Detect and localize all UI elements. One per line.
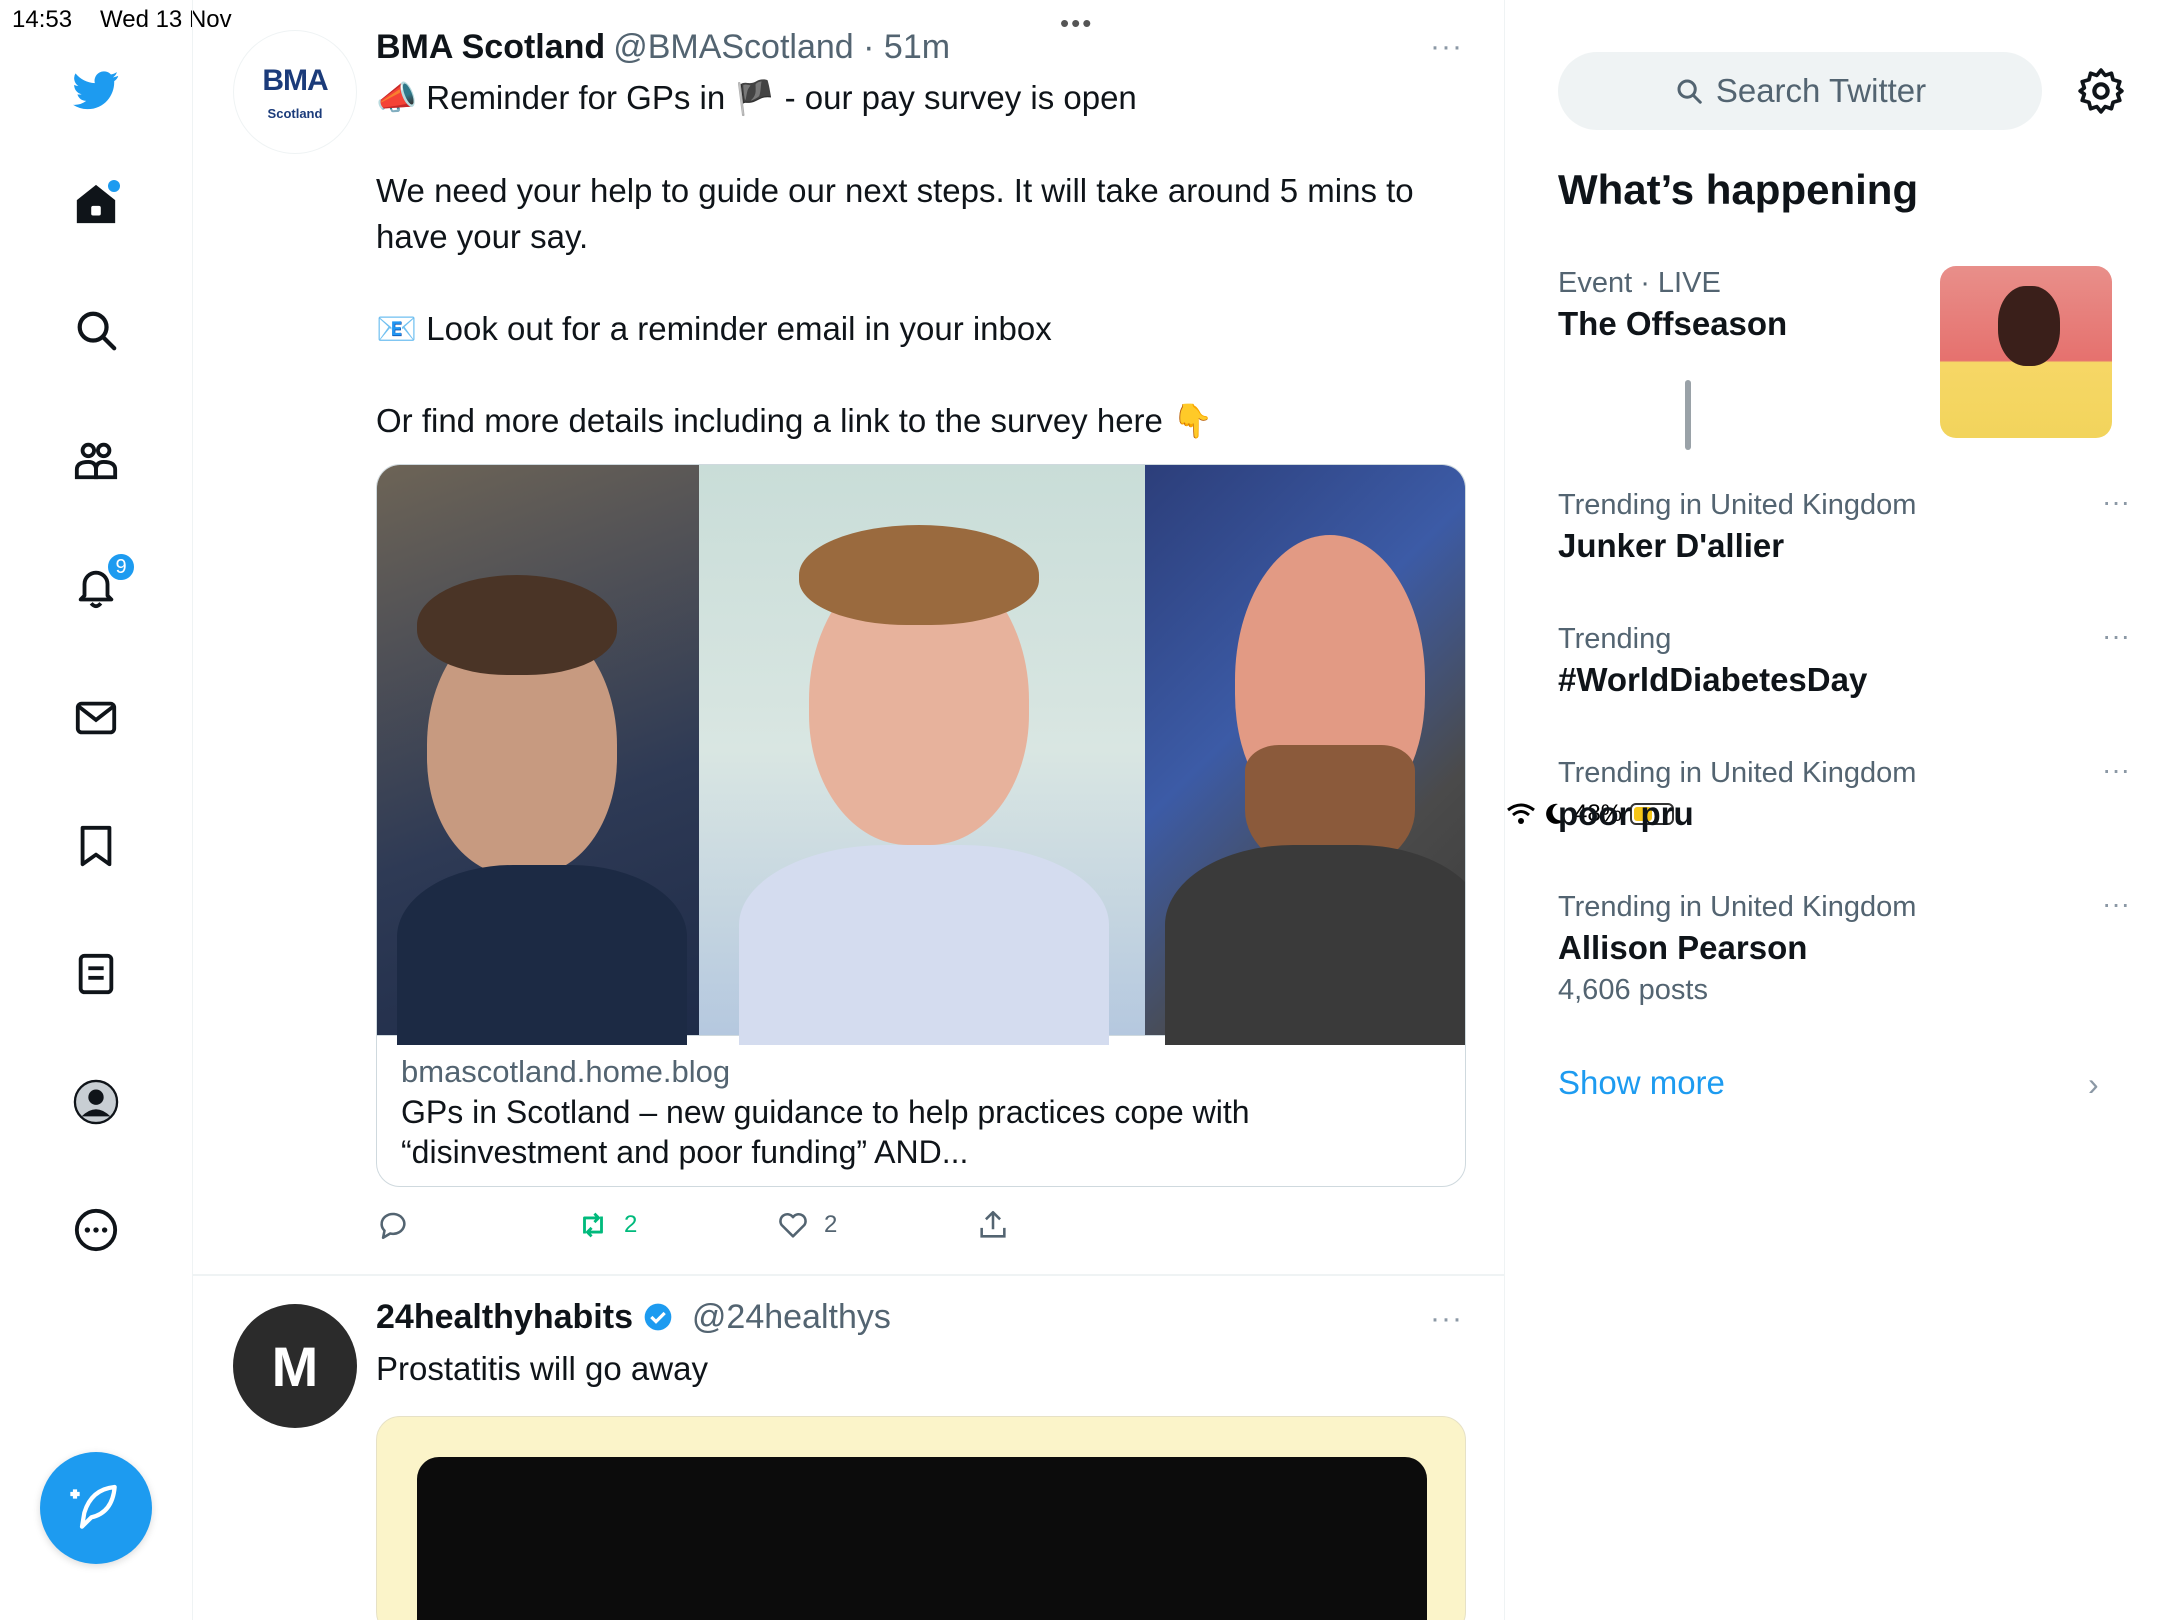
tweet-more-button[interactable]: ··· — [1430, 1302, 1463, 1336]
left-nav: 9 — [0, 0, 193, 1620]
verified-badge-icon — [645, 1303, 672, 1331]
trend-context: Trending in United Kingdom — [1558, 891, 1917, 923]
notifications-badge: 9 — [106, 552, 136, 582]
link-card-title: GPs in Scotland – new guidance to help p… — [401, 1094, 1250, 1170]
avatar[interactable]: M — [233, 1304, 357, 1428]
retweet-button[interactable]: 2 — [576, 1208, 637, 1242]
like-count: 2 — [824, 1211, 838, 1238]
trend-title: poor pru — [1558, 795, 1694, 832]
event-thumbnail[interactable] — [1940, 266, 2112, 438]
explore-search-icon[interactable] — [66, 300, 126, 360]
profile-avatar-icon[interactable] — [66, 1072, 126, 1132]
trend-more-button[interactable]: ··· — [2102, 754, 2130, 786]
tweet-text-line-2: We need your help to guide our next step… — [376, 172, 1414, 255]
author-handle-time[interactable]: @BMAScotland · 51m — [613, 28, 950, 66]
trend-more-button[interactable]: ··· — [2102, 888, 2130, 920]
gear-icon[interactable] — [2076, 66, 2126, 116]
link-card[interactable]: bmascotland.home.blog GPs in Scotland – … — [376, 464, 1466, 1187]
author-handle[interactable]: @24healthys — [692, 1298, 891, 1336]
messages-envelope-icon[interactable] — [66, 688, 126, 748]
retweet-count: 2 — [624, 1211, 638, 1238]
whats-happening-title: What’s happening — [1558, 166, 1919, 213]
tweet-header: 24healthyhabits @24healthys — [376, 1298, 891, 1337]
trend-item[interactable]: Trending in United Kingdom Junker D'alli… — [1558, 486, 2130, 568]
more-options-icon[interactable] — [66, 1200, 126, 1260]
tweet-header: BMA Scotland @BMAScotland · 51m — [376, 28, 950, 67]
right-sidebar: Search Twitter What’s happening Event · … — [1506, 0, 2160, 1620]
tweet-text-line-1: 📣 Reminder for GPs in 🏴 - our pay survey… — [376, 79, 1137, 116]
bma-logo-subtext: Scotland — [267, 105, 323, 121]
tweet-text: Prostatitis will go away — [376, 1350, 708, 1387]
author-name[interactable]: 24healthyhabits — [376, 1298, 633, 1336]
compose-quill-icon — [70, 1484, 117, 1529]
like-button[interactable]: 2 — [776, 1208, 837, 1242]
bma-logo: BMA — [262, 63, 328, 97]
home-new-dot — [108, 180, 120, 192]
search-input[interactable]: Search Twitter — [1558, 52, 2042, 130]
author-name[interactable]: BMA Scotland — [376, 28, 605, 66]
link-card-image — [377, 465, 1465, 1045]
bookmarks-icon[interactable] — [66, 816, 126, 876]
share-button[interactable] — [976, 1208, 1010, 1242]
heart-icon — [779, 1212, 807, 1238]
trend-context: Trending — [1558, 623, 1672, 655]
trend-item[interactable]: Trending in United Kingdom poor pru ··· — [1558, 754, 2130, 836]
reply-icon — [380, 1212, 406, 1240]
search-icon — [1677, 79, 1702, 104]
tweet-text-line-4: Or find more details including a link to… — [376, 402, 1214, 439]
lists-icon[interactable] — [66, 944, 126, 1004]
trend-post-count: 4,606 posts — [1558, 974, 1708, 1006]
trend-context: Trending in United Kingdom — [1558, 489, 1917, 521]
trend-more-button[interactable]: ··· — [2102, 486, 2130, 518]
twitter-logo-icon[interactable] — [66, 60, 126, 120]
timeline-feed: BMA Scotland BMA Scotland @BMAScotland · … — [193, 0, 1691, 1620]
home-icon[interactable] — [66, 174, 126, 234]
trend-item[interactable]: Trending #WorldDiabetesDay ··· — [1558, 620, 2130, 702]
trend-title: Junker D'allier — [1558, 527, 1785, 564]
trend-item[interactable]: Trending in United Kingdom Allison Pears… — [1558, 888, 2130, 1010]
trend-title: Allison Pearson — [1558, 929, 1808, 966]
link-card-domain: bmascotland.home.blog — [401, 1054, 731, 1089]
tweet-text-line-3: 📧 Look out for a reminder email in your … — [376, 310, 1052, 347]
search-placeholder: Search Twitter — [1715, 72, 1927, 109]
share-icon — [980, 1210, 1006, 1238]
show-more-link[interactable]: Show more — [1558, 1064, 1725, 1102]
chevron-right-icon[interactable]: › — [2088, 1066, 2099, 1103]
tweet-actions: 2 2 — [376, 1208, 1276, 1248]
retweet-icon — [583, 1212, 603, 1238]
avatar-text: M — [271, 1334, 319, 1398]
link-card-info: bmascotland.home.blog GPs in Scotland – … — [377, 1035, 1465, 1186]
tweet-media[interactable] — [376, 1416, 1466, 1620]
trend-context: Trending in United Kingdom — [1558, 757, 1917, 789]
tweet-divider — [193, 1274, 1505, 1276]
trend-title: #WorldDiabetesDay — [1558, 661, 1868, 698]
tweet-more-button[interactable]: ··· — [1430, 30, 1463, 64]
communities-icon[interactable] — [66, 430, 126, 490]
notifications-bell-icon[interactable]: 9 — [66, 552, 136, 618]
reply-button[interactable] — [376, 1208, 410, 1242]
avatar[interactable]: BMA Scotland — [233, 30, 357, 154]
compose-tweet-button[interactable] — [40, 1452, 152, 1564]
trend-more-button[interactable]: ··· — [2102, 620, 2130, 652]
